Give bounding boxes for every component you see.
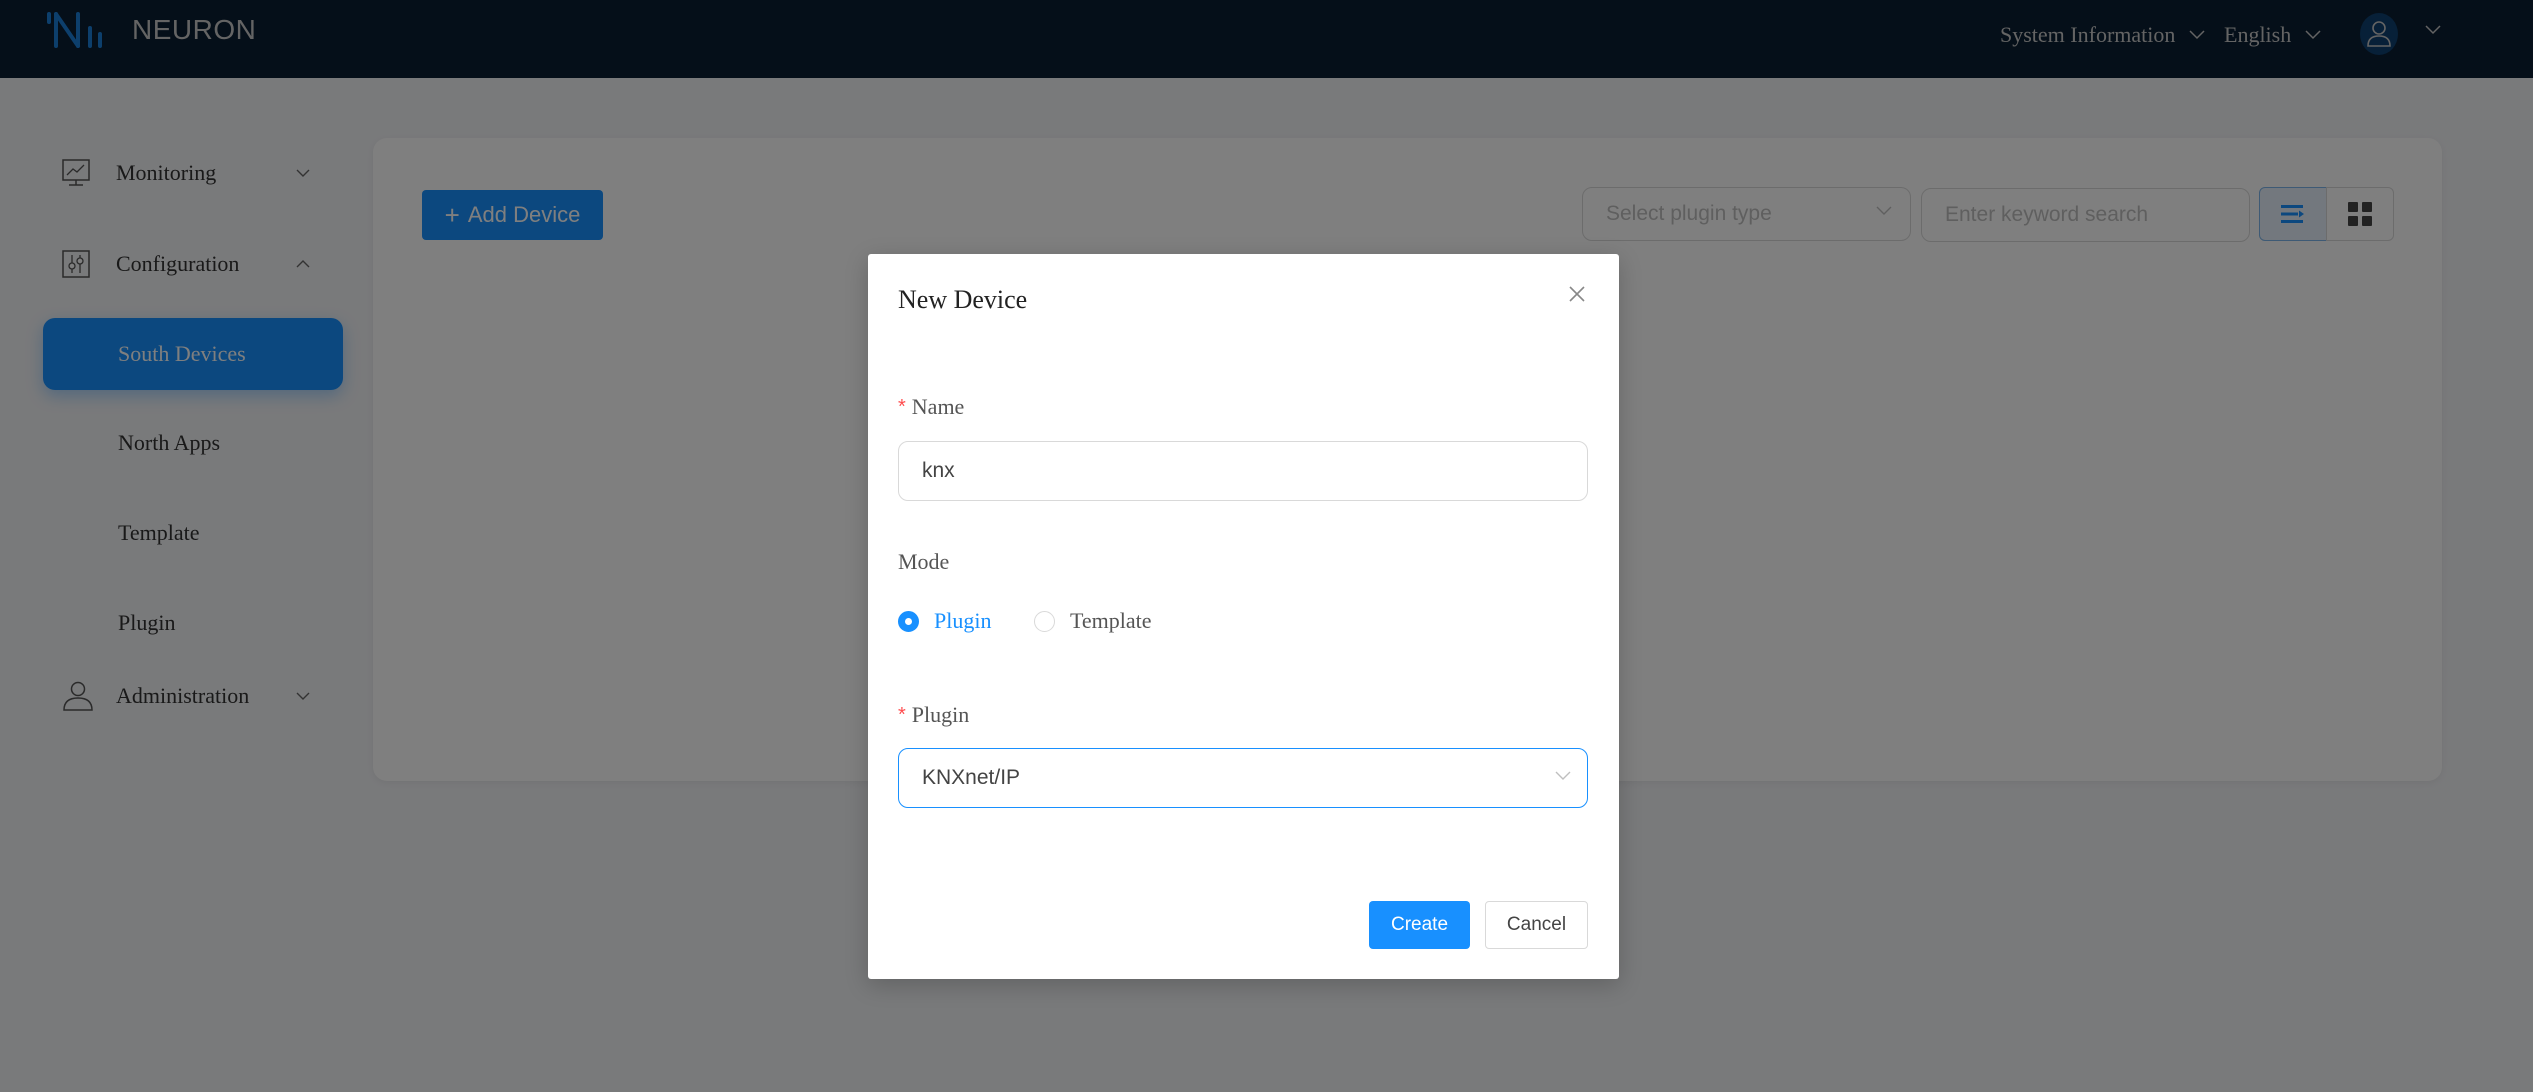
- chevron-down-icon: [1555, 771, 1571, 780]
- radio-unchecked-icon: [1034, 610, 1055, 632]
- name-input[interactable]: [898, 441, 1588, 501]
- required-marker: *: [898, 703, 906, 726]
- required-marker: *: [898, 395, 906, 418]
- radio-label: Template: [1070, 608, 1152, 633]
- mode-radio-template[interactable]: Template: [1034, 608, 1152, 634]
- mode-radio-plugin[interactable]: Plugin: [898, 608, 991, 634]
- create-button[interactable]: Create: [1369, 901, 1470, 949]
- radio-label: Plugin: [934, 608, 992, 633]
- plugin-field-label: * Plugin: [898, 702, 969, 728]
- name-field-label: * Name: [898, 394, 964, 420]
- close-icon[interactable]: [1565, 282, 1589, 306]
- plugin-label-text: Plugin: [911, 702, 970, 727]
- mode-field-label: Mode: [898, 549, 949, 575]
- radio-checked-icon: [898, 610, 919, 632]
- modal-title: New Device: [898, 285, 1028, 314]
- plugin-select-value: KNXnet/IP: [922, 766, 1021, 789]
- new-device-modal: New Device * Name Mode Plugin Template *…: [868, 254, 1619, 979]
- plugin-select[interactable]: KNXnet/IP: [898, 748, 1588, 808]
- name-label-text: Name: [911, 394, 965, 419]
- mode-label-text: Mode: [898, 549, 950, 574]
- cancel-button[interactable]: Cancel: [1485, 901, 1588, 949]
